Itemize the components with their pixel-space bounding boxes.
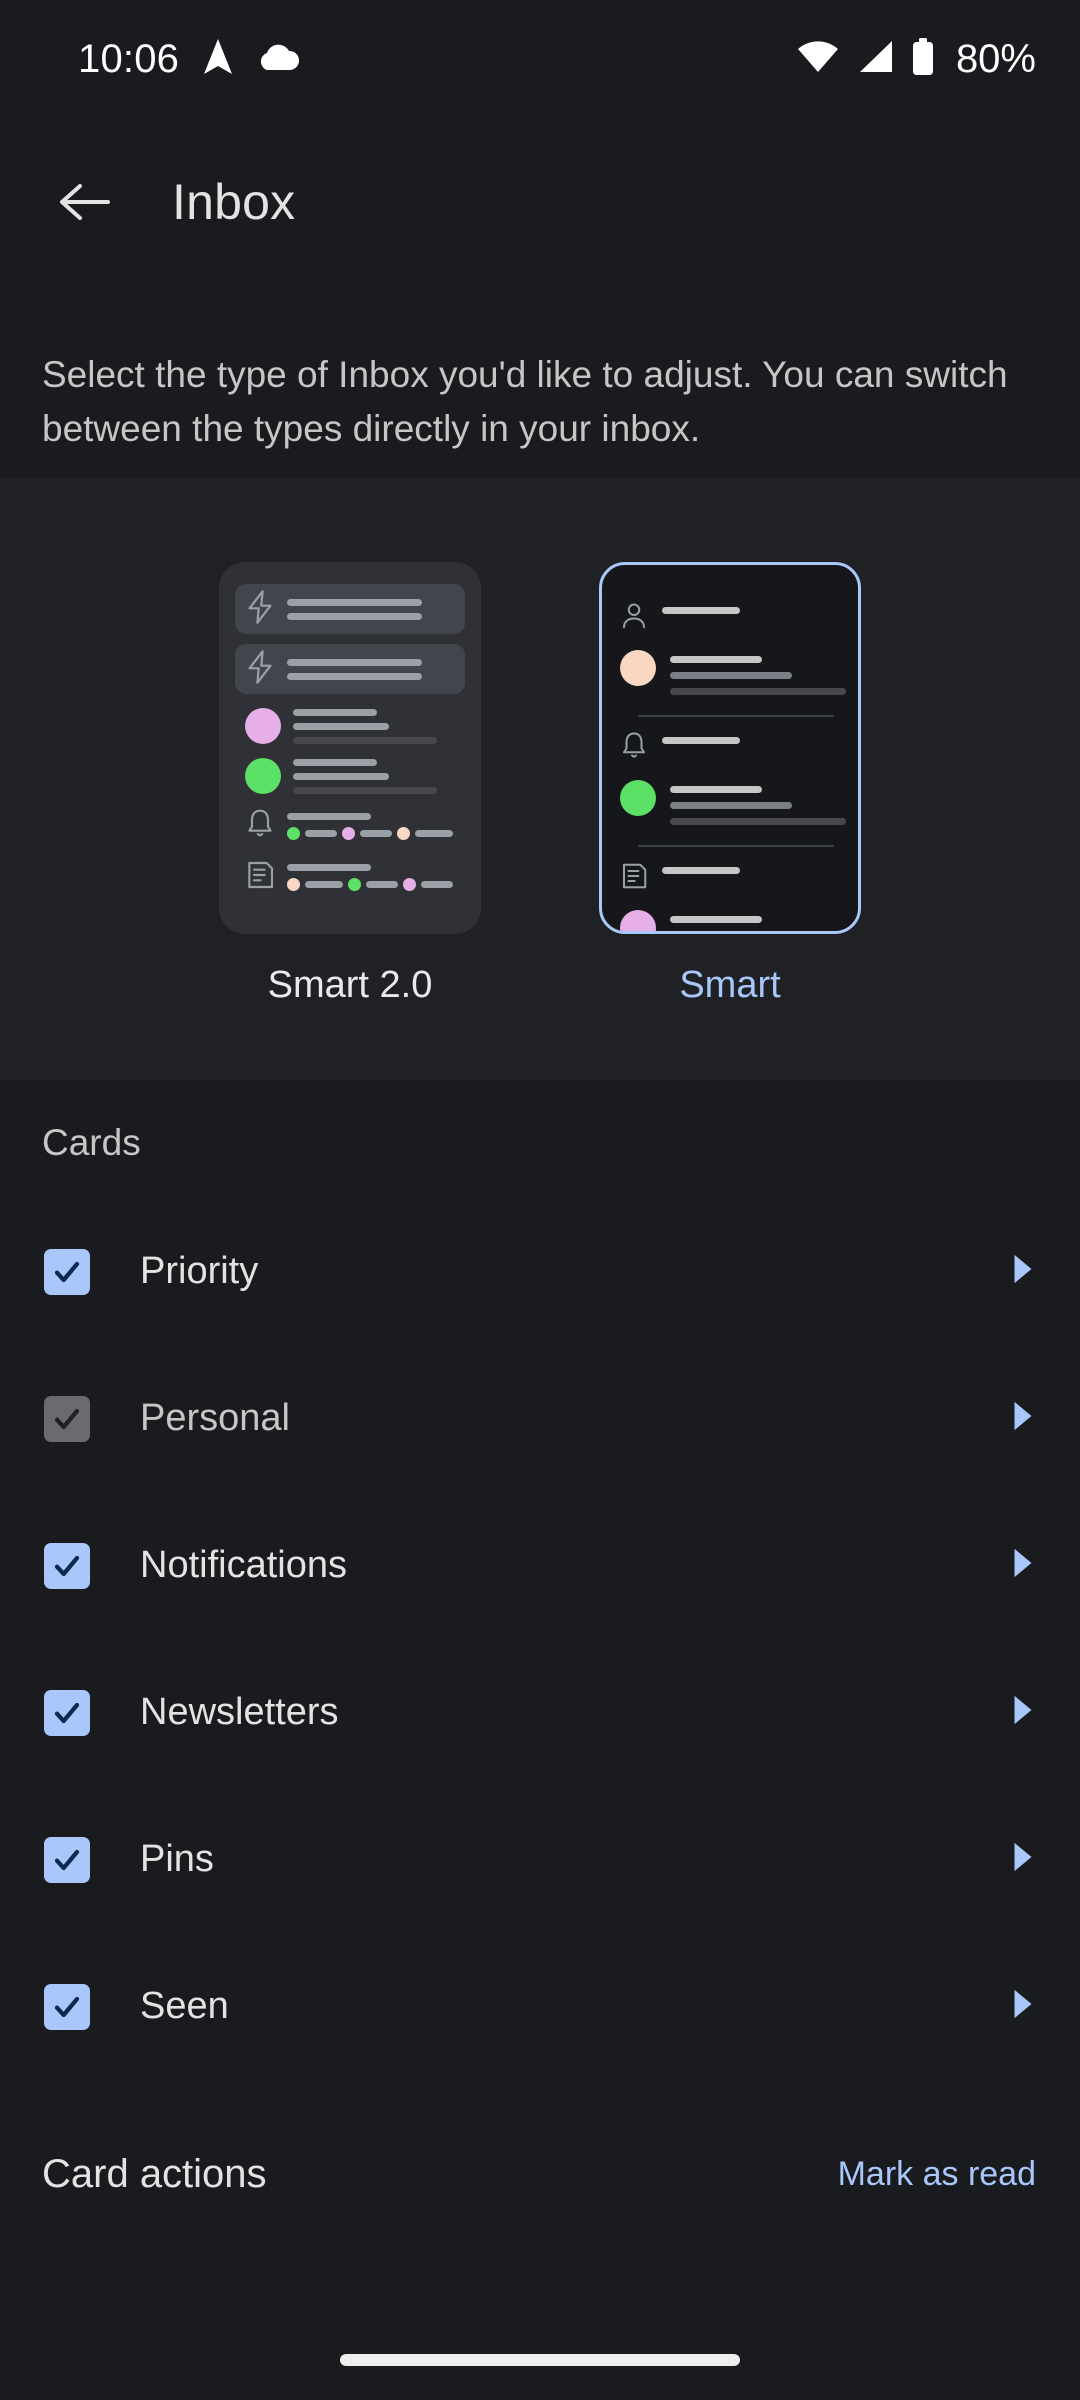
card-row-newsletters[interactable]: Newsletters <box>0 1639 1080 1786</box>
chevron-right-icon[interactable] <box>1010 1987 1036 2026</box>
cellular-signal-icon <box>856 40 894 79</box>
preview-row-priority-2 <box>235 644 465 694</box>
status-bar-right: 80% <box>796 37 1036 82</box>
back-arrow-icon[interactable] <box>42 160 126 244</box>
inbox-type-label-smart-2-0: Smart 2.0 <box>267 964 433 1006</box>
inbox-type-option-smart-2-0[interactable]: Smart 2.0 <box>219 562 481 1080</box>
preview-text-lines <box>287 658 422 680</box>
preview-row-icon-header <box>620 731 840 766</box>
preview-text-lines <box>670 650 846 695</box>
preview-group-notifications <box>620 731 846 847</box>
home-indicator[interactable] <box>340 2354 740 2366</box>
preview-row-avatar-pink <box>235 708 465 744</box>
status-bar: 10:06 80% <box>0 0 1080 118</box>
preview-text-lines <box>662 731 740 744</box>
avatar <box>245 708 281 744</box>
description-text: Select the type of Inbox you'd like to a… <box>42 354 1008 449</box>
preview-group-newsletters <box>620 861 840 931</box>
person-icon <box>620 601 648 636</box>
card-label-pins: Pins <box>140 1838 214 1880</box>
preview-text-lines <box>670 910 846 931</box>
preview-text-lines <box>287 864 453 891</box>
inbox-type-label-smart: Smart <box>679 964 781 1006</box>
document-icon <box>620 861 648 896</box>
preview-text-lines <box>287 598 422 620</box>
preview-row-notifications <box>235 808 465 845</box>
checkbox-pins[interactable] <box>44 1836 90 1883</box>
card-row-priority[interactable]: Priority <box>0 1198 1080 1345</box>
card-label-priority: Priority <box>140 1250 259 1292</box>
status-bar-left: 10:06 <box>78 36 300 82</box>
checkbox-priority[interactable] <box>44 1248 90 1295</box>
lightning-bolt-icon <box>245 649 275 689</box>
checkbox-seen[interactable] <box>44 1983 90 2030</box>
preview-text-lines <box>293 708 437 744</box>
preview-chip-line <box>287 878 453 891</box>
checkbox-newsletters[interactable] <box>44 1689 90 1736</box>
description-block: Select the type of Inbox you'd like to a… <box>0 286 1080 478</box>
avatar <box>620 780 656 816</box>
card-actions-row: Card actions Mark as read <box>0 2118 1080 2230</box>
chevron-right-icon[interactable] <box>1010 1546 1036 1585</box>
preview-text-lines <box>662 601 740 614</box>
preview-row-icon-header <box>620 861 840 896</box>
preview-text-lines <box>287 813 453 840</box>
avatar <box>620 650 656 686</box>
chevron-right-icon[interactable] <box>1010 1399 1036 1438</box>
navigation-arrow-icon <box>201 38 235 81</box>
preview-text-lines <box>670 780 846 825</box>
preview-divider <box>638 845 834 847</box>
chevron-right-icon[interactable] <box>1010 1693 1036 1732</box>
card-row-notifications[interactable]: Notifications <box>0 1492 1080 1639</box>
inbox-type-chooser: Smart 2.0 Smart <box>0 478 1080 1080</box>
preview-text-lines <box>662 861 740 874</box>
bell-icon <box>245 808 275 845</box>
preview-row-avatar-green <box>235 758 465 794</box>
app-bar: Inbox <box>0 118 1080 286</box>
card-row-personal[interactable]: Personal <box>0 1345 1080 1492</box>
preview-text-lines <box>293 758 437 794</box>
checkbox-notifications[interactable] <box>44 1542 90 1589</box>
preview-row-avatar-peach <box>620 650 846 695</box>
card-row-pins[interactable]: Pins <box>0 1786 1080 1933</box>
card-row-seen[interactable]: Seen <box>0 1933 1080 2080</box>
inbox-type-option-smart[interactable]: Smart <box>599 562 861 1080</box>
battery-percent-label: 80% <box>955 36 1036 81</box>
cards-list: Priority Personal Notifications Newslett… <box>0 1198 1080 2080</box>
card-label-notifications: Notifications <box>140 1544 347 1586</box>
preview-card-smart[interactable] <box>599 562 861 934</box>
mark-as-read-action[interactable]: Mark as read <box>838 2155 1036 2194</box>
avatar <box>620 910 656 931</box>
preview-row-avatar-pink <box>620 910 840 931</box>
checkbox-personal[interactable] <box>44 1395 90 1442</box>
preview-card-smart-2-0[interactable] <box>219 562 481 934</box>
preview-row-newsletters <box>235 859 465 896</box>
phone-screen: 10:06 80% Inbox Select the type of Inbox… <box>0 0 1080 2400</box>
avatar <box>245 758 281 794</box>
bell-icon <box>620 731 648 766</box>
chevron-right-icon[interactable] <box>1010 1252 1036 1291</box>
preview-chip-line <box>287 827 453 840</box>
document-icon <box>245 859 275 896</box>
card-actions-label: Card actions <box>42 2151 267 2196</box>
wifi-icon <box>796 40 840 79</box>
status-time: 10:06 <box>78 36 180 81</box>
preview-row-priority-1 <box>235 584 465 634</box>
battery-icon <box>910 37 936 81</box>
preview-row-avatar-green <box>620 780 846 825</box>
chevron-right-icon[interactable] <box>1010 1840 1036 1879</box>
card-label-seen: Seen <box>140 1985 229 2027</box>
preview-row-icon-header <box>620 601 840 636</box>
page-title: Inbox <box>172 174 296 230</box>
card-label-newsletters: Newsletters <box>140 1691 339 1733</box>
lightning-bolt-icon <box>245 589 275 629</box>
cards-heading: Cards <box>42 1122 141 1163</box>
cloud-icon <box>257 42 300 77</box>
card-label-personal: Personal <box>140 1397 290 1439</box>
preview-divider <box>638 715 834 717</box>
preview-group-personal <box>620 601 846 717</box>
